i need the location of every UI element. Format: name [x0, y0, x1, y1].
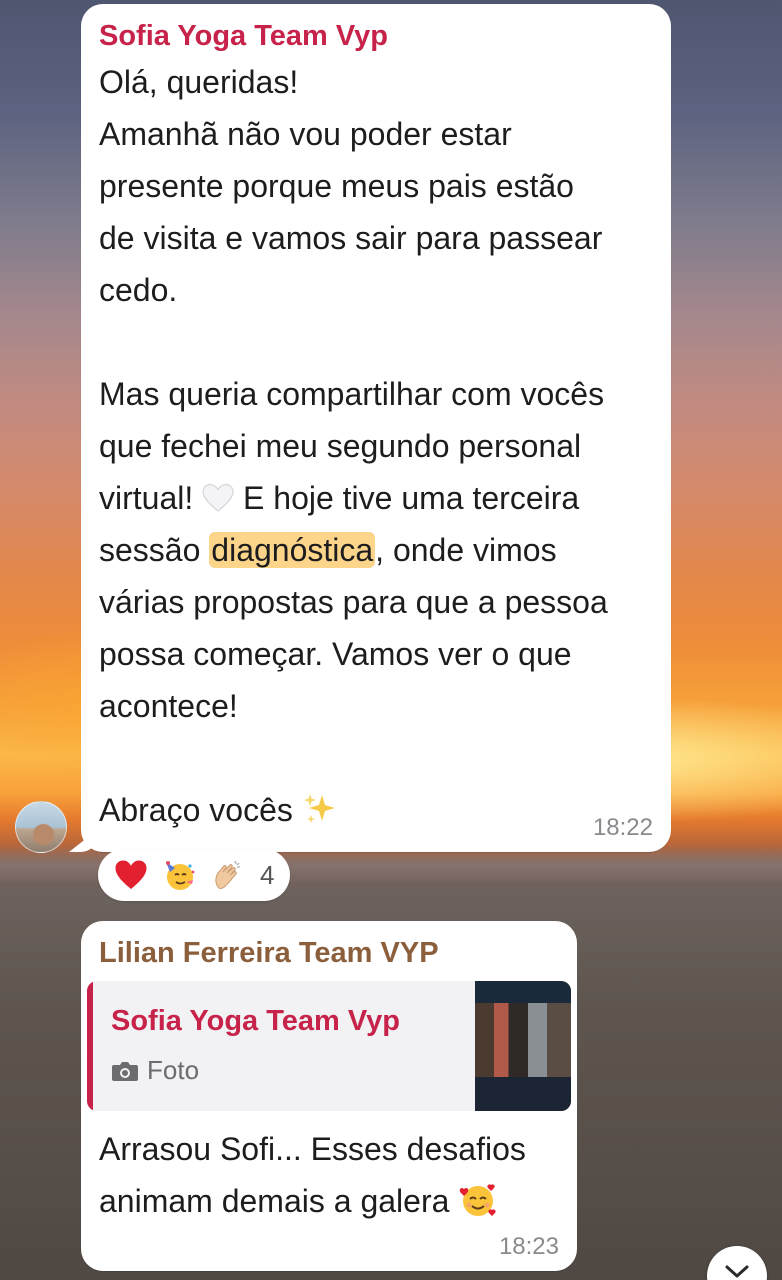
smiling-face-with-hearts-icon — [460, 1184, 496, 1216]
camera-icon — [112, 1061, 138, 1081]
partying-face-icon — [166, 861, 195, 890]
message-sender[interactable]: Sofia Yoga Team Vyp — [99, 18, 653, 54]
sparkles-icon — [303, 794, 335, 823]
message-text-part: , onde vimos várias propostas para que a… — [99, 532, 608, 828]
quoted-type: Foto — [111, 1055, 199, 1086]
message-text: Olá, queridas! Amanhã não vou poder esta… — [99, 56, 653, 836]
message-bubble-lilian[interactable]: Lilian Ferreira Team VYP Sofia Yoga Team… — [81, 921, 577, 1271]
red-heart-icon — [115, 860, 147, 889]
message-sender[interactable]: Lilian Ferreira Team VYP — [99, 935, 559, 971]
message-timestamp: 18:22 — [592, 814, 653, 841]
quoted-photo-thumbnail[interactable] — [475, 981, 571, 1111]
quoted-sender: Sofia Yoga Team Vyp — [111, 1005, 401, 1037]
message-bubble-sofia[interactable]: Sofia Yoga Team Vyp Olá, queridas! Amanh… — [81, 4, 671, 852]
reaction-count: 4 — [260, 859, 275, 890]
quoted-type-label: Foto — [147, 1055, 200, 1085]
quoted-message[interactable]: Sofia Yoga Team Vyp Foto — [87, 981, 571, 1111]
search-highlight: diagnóstica — [209, 532, 376, 568]
chevron-down-icon — [725, 1265, 749, 1278]
reactions-bar[interactable]: 4 — [98, 849, 291, 901]
message-text-part: Olá, queridas! Amanhã não vou poder esta… — [99, 64, 605, 516]
quote-accent-bar — [87, 981, 93, 1111]
message-timestamp: 18:23 — [498, 1233, 559, 1260]
sender-avatar[interactable] — [15, 801, 67, 853]
white-heart-icon — [202, 483, 234, 512]
message-text: Arrasou Sofi... Esses desafios animam de… — [99, 1123, 559, 1227]
clapping-hands-icon — [215, 860, 240, 889]
